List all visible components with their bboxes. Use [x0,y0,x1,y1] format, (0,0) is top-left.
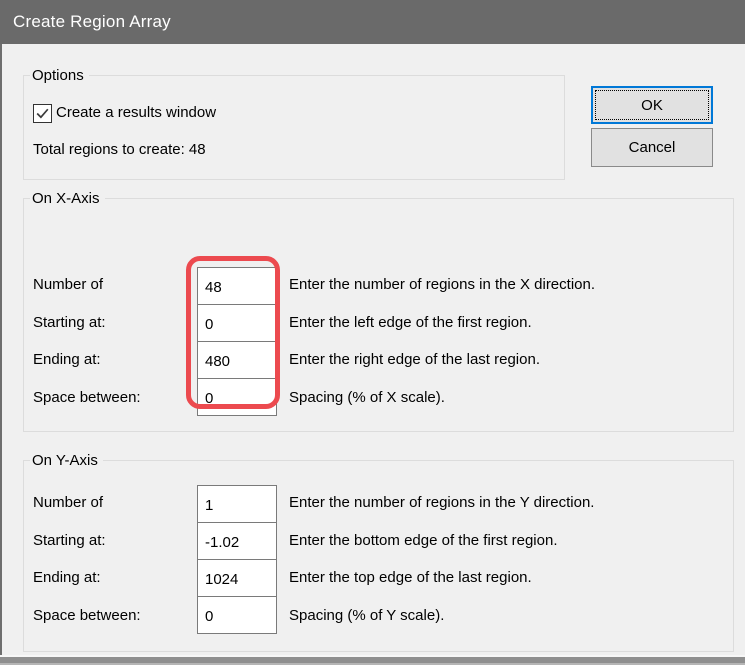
ok-button-label: OK [641,97,663,114]
options-group-legend: Options [30,66,89,85]
y-number-label: Number of [33,493,103,513]
x-axis-group: On X-Axis Number of Enter the number of … [23,198,734,432]
title-bar: Create Region Array [0,0,745,44]
cancel-button-label: Cancel [629,139,676,156]
cancel-button[interactable]: Cancel [591,128,713,167]
y-start-desc: Enter the bottom edge of the first regio… [289,531,558,551]
window-left-edge [0,44,2,655]
x-end-desc: Enter the right edge of the last region. [289,350,540,370]
y-start-label: Starting at: [33,531,106,551]
x-start-label: Starting at: [33,313,106,333]
x-end-label: Ending at: [33,350,101,370]
y-space-input[interactable] [197,596,277,634]
x-space-label: Space between: [33,388,141,408]
y-start-input[interactable] [197,522,277,560]
options-group: Options Create a results window Total re… [23,75,565,180]
total-regions-text: Total regions to create: 48 [33,140,206,160]
y-space-label: Space between: [33,606,141,626]
x-start-desc: Enter the left edge of the first region. [289,313,532,333]
y-end-label: Ending at: [33,568,101,588]
y-end-input[interactable] [197,559,277,597]
ok-button[interactable]: OK [591,86,713,124]
y-axis-group: On Y-Axis Number of Enter the number of … [23,460,734,652]
checkmark-icon [34,105,51,122]
y-number-desc: Enter the number of regions in the Y dir… [289,493,594,513]
window-bottom-edge [0,655,745,665]
x-axis-group-legend: On X-Axis [30,189,105,208]
window-title: Create Region Array [13,12,171,32]
results-window-checkbox[interactable] [33,104,52,123]
x-number-label: Number of [33,275,103,295]
x-space-desc: Spacing (% of X scale). [289,388,445,408]
y-number-input[interactable] [197,485,277,523]
y-axis-group-legend: On Y-Axis [30,451,103,470]
x-space-input[interactable] [197,378,277,416]
x-start-input[interactable] [197,304,277,342]
y-space-desc: Spacing (% of Y scale). [289,606,444,626]
x-number-input[interactable] [197,267,277,305]
x-number-desc: Enter the number of regions in the X dir… [289,275,595,295]
x-end-input[interactable] [197,341,277,379]
y-end-desc: Enter the top edge of the last region. [289,568,532,588]
results-window-checkbox-label[interactable]: Create a results window [56,103,216,123]
